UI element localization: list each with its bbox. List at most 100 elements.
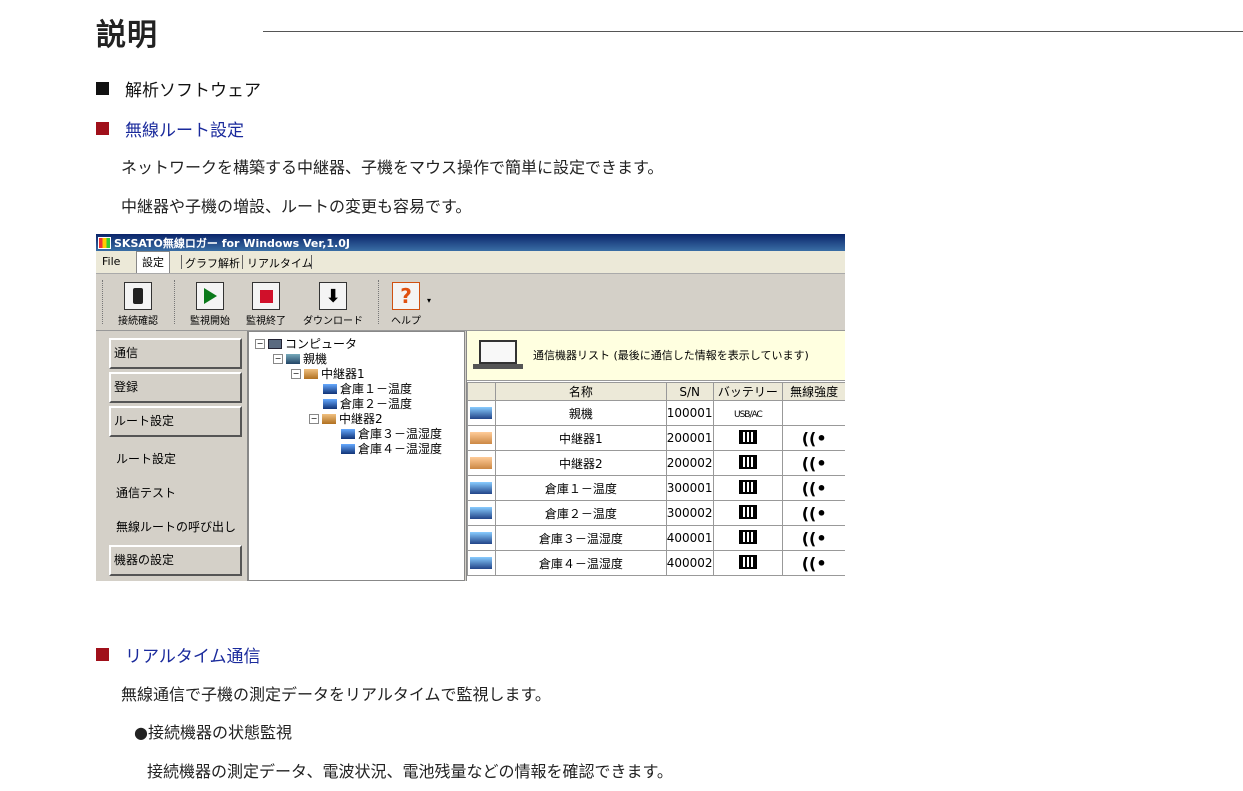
sidebar-button-communication[interactable]: 通信 bbox=[109, 338, 242, 369]
toolbar: 接続確認 監視開始 監視終了 ⬇ ダウンロード ? ヘルプ ▾ bbox=[96, 274, 845, 331]
signal-strength-icon: ((• bbox=[801, 428, 827, 448]
cell-sn: 200002 bbox=[665, 450, 714, 476]
cell-name: 倉庫４－温湿度 bbox=[494, 550, 667, 576]
cell-battery bbox=[712, 550, 784, 576]
row-device-icon bbox=[467, 475, 496, 501]
status-monitor-bullet: ●接続機器の状態監視 bbox=[134, 723, 292, 742]
collapse-icon[interactable]: − bbox=[255, 338, 265, 349]
download-icon: ⬇ bbox=[319, 282, 347, 310]
menu-file[interactable]: File bbox=[102, 255, 120, 268]
logger-icon bbox=[323, 383, 337, 394]
usb-icon bbox=[124, 282, 152, 310]
tree-node-warehouse4[interactable]: 倉庫４－温湿度 bbox=[341, 440, 442, 457]
cell-sn: 200001 bbox=[665, 425, 714, 451]
route-tree: − コンピュータ − 親機 − 中継器1 倉庫１－温度 倉庫２－温度 − 中継器2 倉庫… bbox=[248, 331, 465, 581]
menubar: File 設定 グラフ解析 リアルタイム bbox=[96, 251, 845, 274]
cell-sn: 300002 bbox=[665, 500, 714, 526]
cell-sn: 100001 bbox=[665, 400, 714, 426]
cell-name: 倉庫２－温度 bbox=[494, 500, 667, 526]
cell-signal: ((• bbox=[782, 450, 845, 476]
square-bullet-icon bbox=[96, 648, 109, 661]
device-list-panel: 通信機器リスト (最後に通信した情報を表示しています) 名称 S/N バッテリー… bbox=[466, 331, 845, 581]
cell-sn: 400001 bbox=[665, 525, 714, 551]
logger-icon bbox=[323, 398, 337, 409]
section-heading-analysis: 解析ソフトウェア bbox=[96, 76, 261, 101]
relay-icon bbox=[304, 368, 318, 379]
cell-battery bbox=[712, 450, 784, 476]
battery-full-icon bbox=[738, 529, 757, 544]
column-header-sn[interactable]: S/N bbox=[665, 382, 714, 401]
help-button[interactable]: ? ヘルプ bbox=[386, 282, 426, 327]
sidebar-item-communication-test[interactable]: 通信テスト bbox=[116, 484, 176, 501]
tab-graph-analysis[interactable]: グラフ解析 bbox=[185, 255, 240, 271]
title-rule bbox=[263, 31, 1243, 32]
battery-full-icon bbox=[738, 554, 757, 569]
cell-signal: ((• bbox=[782, 475, 845, 501]
sidebar-button-device-settings[interactable]: 機器の設定 bbox=[109, 545, 242, 576]
cell-signal: ((• bbox=[782, 500, 845, 526]
tab-settings[interactable]: 設定 bbox=[136, 251, 170, 273]
connect-check-button[interactable]: 接続確認 bbox=[112, 282, 164, 327]
section-heading-label[interactable]: リアルタイム通信 bbox=[125, 642, 261, 667]
table-row[interactable]: 中継器1 200001 ((• bbox=[467, 425, 845, 451]
sidebar-item-load-route[interactable]: 無線ルートの呼び出し bbox=[116, 518, 236, 535]
app-icon bbox=[98, 236, 111, 249]
parent-device-icon bbox=[286, 353, 300, 364]
usb-power-label: USB/AC bbox=[734, 410, 763, 420]
table-row[interactable]: 倉庫４－温湿度 400002 ((• bbox=[467, 550, 845, 576]
section-heading-realtime[interactable]: リアルタイム通信 bbox=[96, 642, 261, 667]
column-header-battery[interactable]: バッテリー bbox=[712, 382, 784, 401]
status-monitor-description: 接続機器の測定データ、電波状況、電池残量などの情報を確認できます。 bbox=[147, 762, 673, 781]
computer-icon bbox=[268, 338, 282, 349]
table-row[interactable]: 倉庫３－温湿度 400001 ((• bbox=[467, 525, 845, 551]
battery-full-icon bbox=[738, 504, 757, 519]
cell-sn: 300001 bbox=[665, 475, 714, 501]
collapse-icon[interactable]: − bbox=[273, 353, 283, 364]
sidebar-item-route-settings[interactable]: ルート設定 bbox=[116, 450, 176, 467]
sidebar-button-route-settings[interactable]: ルート設定 bbox=[109, 406, 242, 437]
signal-strength-icon: ((• bbox=[801, 453, 827, 473]
cell-name: 中継器2 bbox=[494, 450, 667, 476]
tab-realtime[interactable]: リアルタイム bbox=[247, 255, 313, 271]
download-button[interactable]: ⬇ ダウンロード bbox=[296, 282, 370, 327]
row-device-icon bbox=[467, 550, 496, 576]
app-title: SKSATO無線ロガー for Windows Ver,1.0J bbox=[114, 236, 350, 250]
menu-separator bbox=[311, 255, 312, 269]
toolbar-label: 接続確認 bbox=[118, 316, 158, 327]
help-dropdown-icon[interactable]: ▾ bbox=[427, 296, 431, 305]
section-heading-label[interactable]: 無線ルート設定 bbox=[125, 116, 244, 141]
collapse-icon[interactable]: − bbox=[309, 413, 319, 424]
toolbar-label: ダウンロード bbox=[303, 316, 363, 327]
row-device-icon bbox=[467, 400, 496, 426]
toolbar-label: 監視開始 bbox=[190, 316, 230, 327]
battery-full-icon bbox=[738, 454, 757, 469]
section-heading-label: 解析ソフトウェア bbox=[125, 81, 261, 101]
stop-monitor-button[interactable]: 監視終了 bbox=[240, 282, 292, 327]
row-device-icon bbox=[467, 525, 496, 551]
column-header-name[interactable]: 名称 bbox=[494, 382, 667, 401]
device-list-header: 通信機器リスト (最後に通信した情報を表示しています) bbox=[467, 331, 845, 381]
table-row[interactable]: 親機 100001 USB/AC bbox=[467, 400, 845, 426]
table-row[interactable]: 倉庫２－温度 300002 ((• bbox=[467, 500, 845, 526]
cell-battery bbox=[712, 425, 784, 451]
logger-icon bbox=[341, 428, 355, 439]
collapse-icon[interactable]: − bbox=[291, 368, 301, 379]
signal-strength-icon: ((• bbox=[801, 478, 827, 498]
sidebar-button-register[interactable]: 登録 bbox=[109, 372, 242, 403]
laptop-icon bbox=[479, 340, 517, 364]
route-description-2: 中継器や子機の増設、ルートの変更も容易です。 bbox=[121, 197, 472, 216]
column-header-signal[interactable]: 無線強度 bbox=[782, 382, 845, 401]
cell-battery: USB/AC bbox=[712, 400, 784, 426]
cell-signal: ((• bbox=[782, 525, 845, 551]
tree-label: 倉庫４－温湿度 bbox=[358, 442, 443, 456]
section-heading-route[interactable]: 無線ルート設定 bbox=[96, 116, 244, 141]
table-row[interactable]: 倉庫１－温度 300001 ((• bbox=[467, 475, 845, 501]
toolbar-grip bbox=[378, 280, 381, 324]
toolbar-grip bbox=[102, 280, 105, 324]
device-list-caption: 通信機器リスト (最後に通信した情報を表示しています) bbox=[533, 349, 809, 362]
battery-full-icon bbox=[738, 429, 757, 444]
cell-sn: 400002 bbox=[665, 550, 714, 576]
table-row[interactable]: 中継器2 200002 ((• bbox=[467, 450, 845, 476]
battery-full-icon bbox=[738, 479, 757, 494]
start-monitor-button[interactable]: 監視開始 bbox=[184, 282, 236, 327]
